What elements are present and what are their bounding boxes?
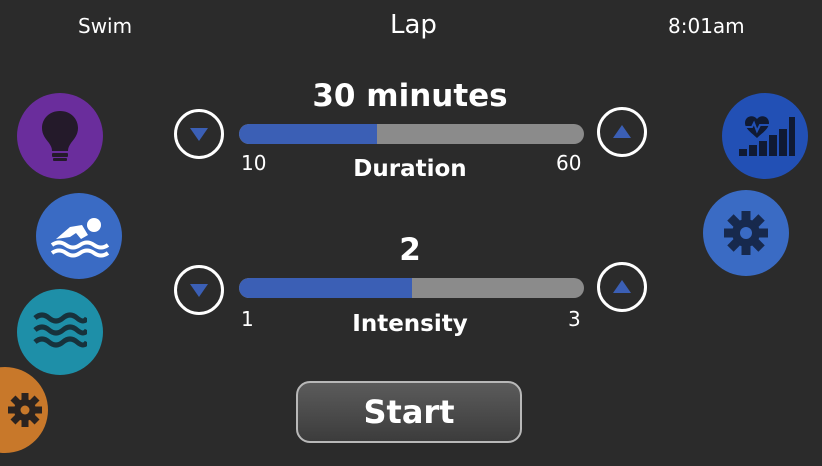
settings-button[interactable] (703, 190, 789, 276)
page-title: Lap (390, 10, 437, 40)
swimmer-icon (50, 218, 110, 258)
duration-max-label: 60 (556, 151, 582, 175)
intensity-value: 2 (399, 232, 421, 268)
duration-value: 30 minutes (312, 78, 508, 114)
intensity-decrease-button[interactable] (174, 265, 224, 315)
lap-screen: Swim Lap 8:01am 30 minutes 10 Duration 6… (0, 0, 822, 466)
system-settings-button[interactable] (0, 367, 48, 453)
lightbulb-icon (42, 111, 78, 161)
gear-icon (8, 393, 42, 427)
gear-icon (724, 211, 768, 255)
duration-increase-button[interactable] (597, 107, 647, 157)
duration-label: Duration (353, 156, 467, 182)
duration-slider-fill (239, 124, 377, 144)
intensity-label: Intensity (352, 311, 468, 337)
duration-decrease-button[interactable] (174, 109, 224, 159)
mode-label: Swim (78, 14, 133, 38)
intensity-max-label: 3 (568, 307, 581, 331)
up-arrow-icon (613, 125, 631, 138)
intensity-slider[interactable] (239, 278, 584, 298)
water-button[interactable] (17, 289, 103, 375)
swim-mode-button[interactable] (36, 193, 122, 279)
clock: 8:01am (668, 14, 745, 38)
waves-icon (33, 312, 87, 348)
start-button[interactable]: Start (296, 381, 522, 443)
heart-rate-chart-icon (739, 116, 795, 156)
up-arrow-icon (613, 280, 631, 293)
down-arrow-icon (190, 128, 208, 141)
intensity-slider-fill (239, 278, 412, 298)
down-arrow-icon (190, 284, 208, 297)
tips-button[interactable] (17, 93, 103, 179)
heart-rate-button[interactable] (722, 93, 808, 179)
duration-slider[interactable] (239, 124, 584, 144)
intensity-increase-button[interactable] (597, 262, 647, 312)
